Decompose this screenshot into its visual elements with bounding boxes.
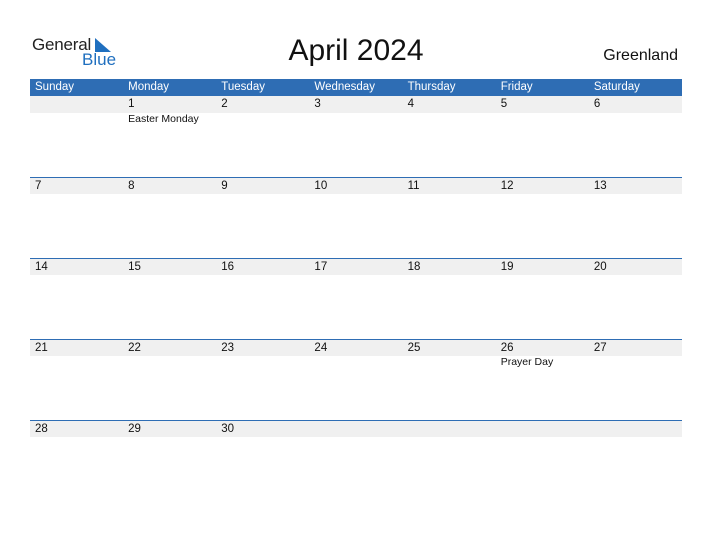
day-number: 30	[221, 423, 235, 435]
day-number: 4	[407, 98, 414, 110]
day-number: 20	[593, 261, 607, 273]
day-number	[403, 421, 496, 437]
country-label: Greenland	[603, 47, 678, 64]
holiday-note	[309, 113, 402, 126]
week-row: 1 2 3 4 5 6 Easter Monday	[30, 96, 682, 177]
day-number	[30, 96, 123, 113]
weekday-wednesday: Wednesday	[314, 81, 375, 93]
day-number: 10	[314, 180, 328, 192]
holiday-note	[216, 113, 309, 126]
day-number: 14	[35, 261, 48, 273]
weekday-thursday: Thursday	[407, 81, 456, 93]
holiday-note	[123, 356, 216, 369]
day-number: 12	[500, 180, 514, 192]
week-row: 14 15 16 17 18 19 20	[30, 258, 682, 339]
day-number: 17	[314, 261, 328, 273]
weekday-friday: Friday	[500, 81, 533, 93]
day-number: 2	[221, 98, 228, 110]
day-number: 27	[593, 342, 607, 354]
calendar-grid: Sunday Monday Tuesday Wednesday Thursday…	[30, 79, 682, 501]
day-number: 8	[128, 180, 135, 192]
day-number: 19	[500, 261, 514, 273]
weekday-sunday: Sunday	[35, 81, 75, 93]
day-number: 9	[221, 180, 228, 192]
holiday-note: Prayer Day	[500, 356, 554, 368]
holiday-note	[589, 356, 682, 369]
holiday-note	[496, 113, 589, 126]
holiday-note	[216, 356, 309, 369]
weekday-header: Sunday Monday Tuesday Wednesday Thursday…	[30, 79, 682, 96]
day-number	[496, 421, 589, 437]
day-number: 6	[593, 98, 601, 110]
holiday-note: Easter Monday	[128, 113, 199, 125]
week-row: 28 29 30	[30, 420, 682, 501]
weekday-saturday: Saturday	[593, 81, 640, 93]
weekday-monday: Monday	[128, 81, 170, 93]
holiday-note	[403, 356, 496, 369]
day-number: 11	[407, 180, 420, 192]
day-number: 25	[407, 342, 421, 354]
weekday-tuesday: Tuesday	[221, 81, 265, 93]
day-number: 21	[35, 342, 48, 354]
day-number: 23	[221, 342, 235, 354]
day-number: 15	[128, 261, 141, 273]
holiday-note	[30, 113, 123, 126]
day-number: 1	[128, 98, 135, 110]
day-number: 3	[314, 98, 321, 110]
day-number: 7	[35, 180, 42, 192]
day-number: 26	[500, 342, 514, 354]
day-number: 29	[128, 423, 141, 435]
day-number: 18	[407, 261, 421, 273]
holiday-note	[30, 356, 123, 369]
holiday-note	[403, 113, 496, 126]
day-number: 5	[500, 98, 508, 110]
holiday-note	[589, 113, 682, 126]
day-number	[309, 421, 402, 437]
day-number	[589, 421, 682, 437]
day-number: 22	[128, 342, 141, 354]
day-number: 24	[314, 342, 328, 354]
day-number: 28	[35, 423, 48, 435]
week-row: 21 22 23 24 25 26 27 Prayer Day	[30, 339, 682, 420]
week-row: 7 8 9 10 11 12 13	[30, 177, 682, 258]
day-number: 16	[221, 261, 235, 273]
holiday-note	[309, 356, 402, 369]
day-number: 13	[593, 180, 607, 192]
